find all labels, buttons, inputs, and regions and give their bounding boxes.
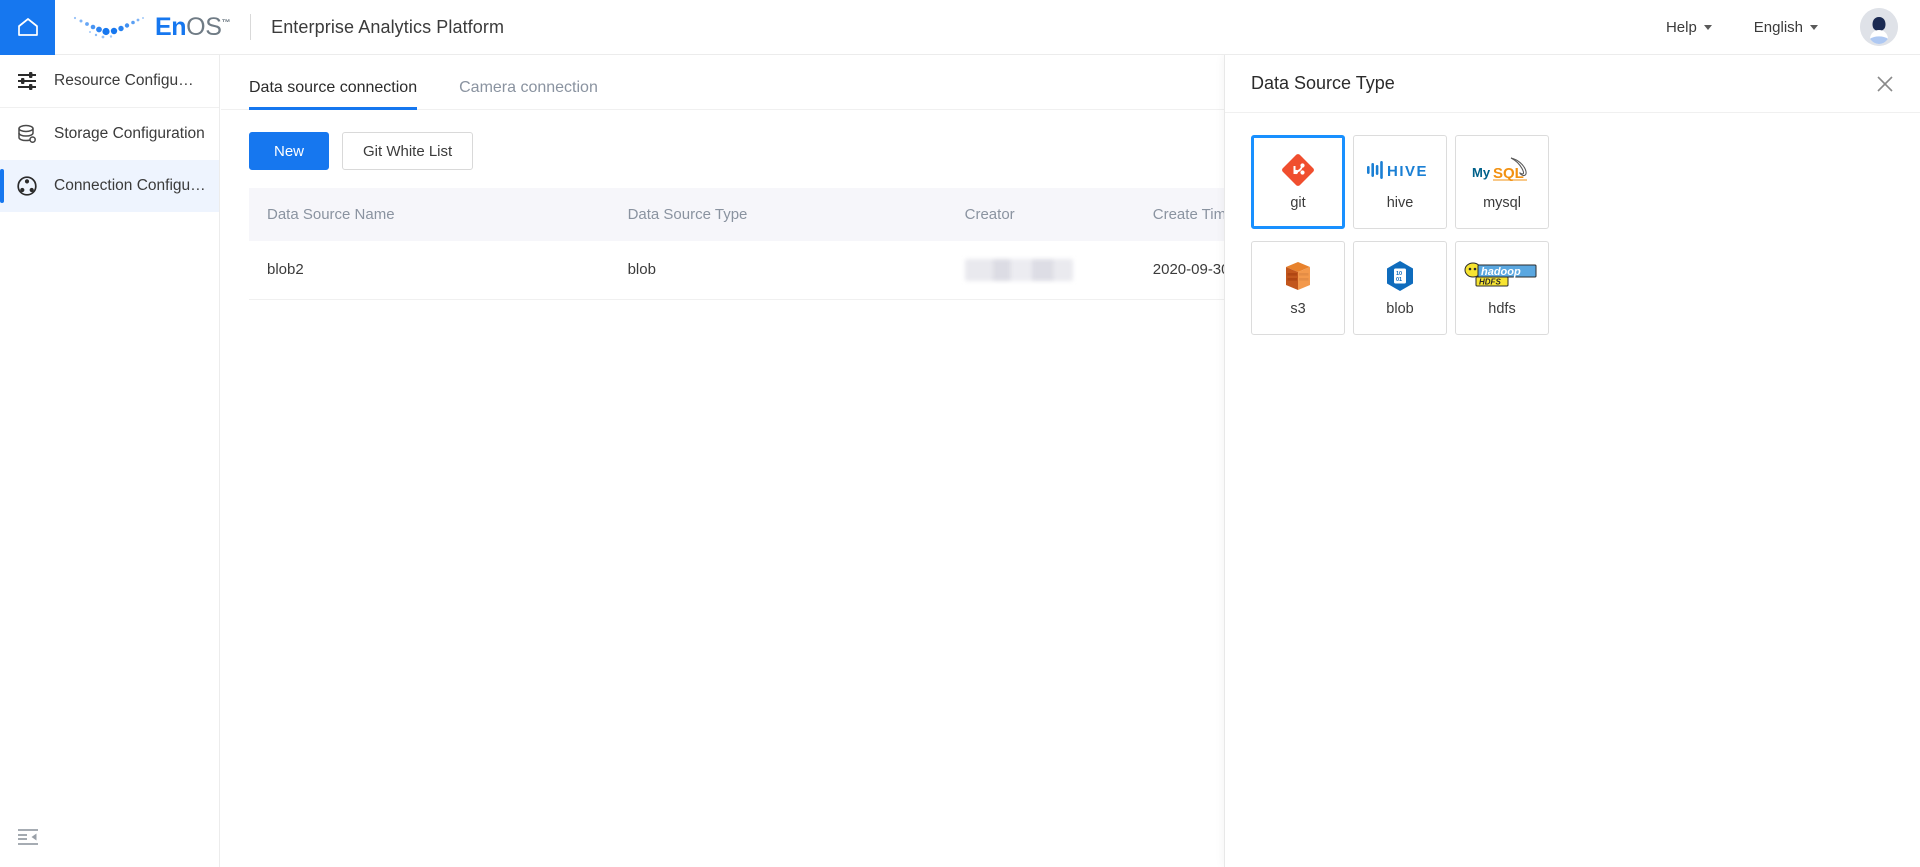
header-right-actions: Help English — [1666, 8, 1920, 46]
ds-card-label: mysql — [1483, 195, 1521, 211]
redacted-creator-value — [965, 259, 1073, 281]
tab-data-source-connection[interactable]: Data source connection — [249, 79, 417, 109]
svg-text:SQL: SQL — [1493, 165, 1524, 182]
enos-tm-text: ™ — [221, 17, 230, 27]
sidebar-item-label: Resource Configu… — [54, 72, 194, 90]
top-header: EnOS™ Enterprise Analytics Platform Help… — [0, 0, 1920, 55]
chevron-down-icon — [1704, 25, 1712, 30]
avatar[interactable] — [1860, 8, 1898, 46]
svg-text:My: My — [1472, 165, 1491, 180]
ds-card-s3[interactable]: s3 — [1251, 241, 1345, 335]
sidebar-item-resource-configuration[interactable]: Resource Configu… — [0, 55, 219, 108]
connection-icon — [14, 173, 40, 199]
database-icon — [14, 121, 40, 147]
sidebar-item-label: Storage Configuration — [54, 125, 205, 143]
hadoop-hdfs-icon: hadoop HDFS — [1464, 259, 1540, 293]
page-title: Enterprise Analytics Platform — [271, 17, 504, 38]
home-icon — [15, 14, 41, 40]
ds-card-label: hive — [1387, 195, 1414, 211]
brand-area: EnOS™ Enterprise Analytics Platform — [70, 0, 504, 55]
ds-card-hive[interactable]: HIVE hive — [1353, 135, 1447, 229]
ds-card-label: blob — [1386, 301, 1413, 317]
svg-text:hadoop: hadoop — [1481, 266, 1521, 278]
sidebar-item-label: Connection Configu… — [54, 177, 206, 195]
svg-text:HIVE: HIVE — [1387, 163, 1428, 180]
enos-wordmark: EnOS™ — [155, 15, 230, 40]
close-icon[interactable] — [1872, 71, 1898, 97]
ds-card-hdfs[interactable]: hadoop HDFS hdfs — [1455, 241, 1549, 335]
ds-card-label: git — [1290, 195, 1305, 211]
sidebar-item-connection-configuration[interactable]: Connection Configu… — [0, 160, 219, 212]
git-icon — [1281, 153, 1315, 187]
column-header-data-source-name[interactable]: Data Source Name — [249, 188, 610, 241]
sliders-icon — [14, 68, 40, 94]
cell-data-source-name: blob2 — [249, 241, 610, 299]
drawer-title: Data Source Type — [1251, 73, 1395, 94]
app-root: EnOS™ Enterprise Analytics Platform Help… — [0, 0, 1920, 867]
data-source-type-drawer: Data Source Type — [1224, 55, 1920, 867]
sidebar-item-storage-configuration[interactable]: Storage Configuration — [0, 108, 219, 160]
ds-card-label: s3 — [1290, 301, 1305, 317]
azure-blob-icon: 10 01 — [1383, 259, 1417, 293]
enos-logo: EnOS™ — [70, 12, 230, 42]
ds-card-blob[interactable]: 10 01 blob — [1353, 241, 1447, 335]
hive-icon: HIVE — [1365, 153, 1435, 187]
help-menu[interactable]: Help — [1666, 19, 1712, 36]
help-label: Help — [1666, 19, 1697, 36]
cell-creator — [947, 241, 1135, 299]
ds-card-git[interactable]: git — [1251, 135, 1345, 229]
mysql-icon: My SQL — [1471, 153, 1533, 187]
home-button[interactable] — [0, 0, 55, 55]
brand-divider — [250, 14, 251, 40]
new-button[interactable]: New — [249, 132, 329, 170]
s3-icon — [1281, 259, 1315, 293]
user-avatar-icon — [1860, 8, 1898, 46]
git-white-list-button[interactable]: Git White List — [342, 132, 473, 170]
column-header-data-source-type[interactable]: Data Source Type — [610, 188, 947, 241]
ds-card-mysql[interactable]: My SQL mysql — [1455, 135, 1549, 229]
language-menu[interactable]: English — [1754, 19, 1818, 36]
ds-card-label: hdfs — [1488, 301, 1515, 317]
enos-dots-icon — [70, 12, 148, 42]
enos-en-text: En — [155, 13, 186, 41]
cell-data-source-type: blob — [610, 241, 947, 299]
chevron-down-icon — [1810, 25, 1818, 30]
column-header-creator[interactable]: Creator — [947, 188, 1135, 241]
sidebar: Resource Configu… Storage Configuration — [0, 55, 220, 867]
data-source-type-grid: git HIVE hive — [1225, 113, 1920, 357]
collapse-sidebar-icon[interactable] — [16, 825, 40, 849]
language-label: English — [1754, 19, 1803, 36]
svg-text:HDFS: HDFS — [1479, 278, 1501, 287]
drawer-header: Data Source Type — [1225, 55, 1920, 113]
tab-camera-connection[interactable]: Camera connection — [459, 79, 598, 109]
svg-text:01: 01 — [1396, 277, 1402, 283]
enos-os-text: OS — [186, 13, 221, 41]
